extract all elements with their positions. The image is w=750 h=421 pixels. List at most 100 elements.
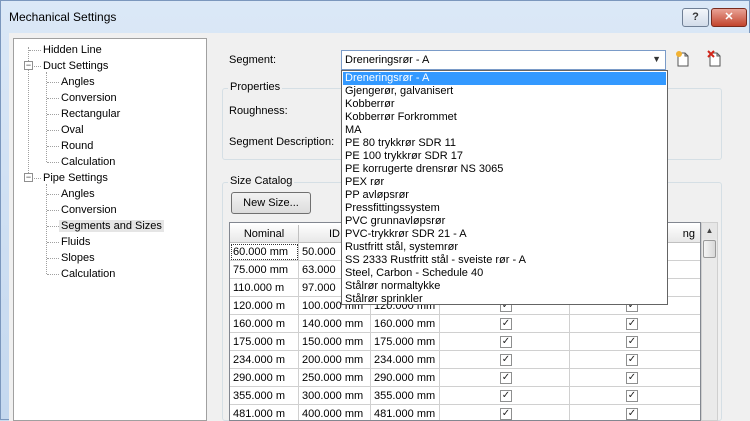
tree-connector: [29, 50, 41, 51]
table-cell-nominal[interactable]: 160.000 m: [230, 315, 299, 333]
checkbox[interactable]: ✓: [500, 390, 512, 402]
dropdown-option[interactable]: Rustfritt stål, systemrør: [343, 241, 666, 254]
properties-title: Properties: [228, 81, 283, 93]
table-cell-id[interactable]: 300.000 mm: [299, 387, 371, 405]
tree-item-label: Fluids: [61, 236, 91, 248]
new-segment-icon[interactable]: [674, 50, 692, 68]
tree-item-label: Rectangular: [61, 108, 121, 120]
collapse-icon[interactable]: −: [24, 173, 33, 182]
dropdown-option[interactable]: MA: [343, 124, 666, 137]
table-cell-nominal[interactable]: 110.000 m: [230, 279, 299, 297]
delete-segment-icon[interactable]: [706, 50, 724, 68]
dropdown-option[interactable]: PEX rør: [343, 176, 666, 189]
tree-item[interactable]: Angles: [59, 74, 97, 90]
dropdown-option[interactable]: Kobberrør Forkrommet: [343, 111, 666, 124]
tree-connector: [46, 72, 47, 162]
tree-connector: [47, 274, 59, 275]
checkbox[interactable]: ✓: [500, 354, 512, 366]
table-cell-nominal[interactable]: 175.000 m: [230, 333, 299, 351]
checkbox[interactable]: ✓: [626, 408, 638, 420]
tree-item[interactable]: Oval: [59, 122, 86, 138]
table-cell-id[interactable]: 140.000 mm: [299, 315, 371, 333]
table-cell-nominal[interactable]: 234.000 m: [230, 351, 299, 369]
tree-item[interactable]: Fluids: [59, 234, 92, 250]
tree-item-label: Calculation: [61, 268, 116, 280]
dropdown-option[interactable]: Stålrør normaltykke: [343, 280, 666, 293]
title-bar[interactable]: Mechanical Settings ? ✕: [1, 1, 749, 33]
segment-label: Segment:: [229, 54, 277, 66]
checkbox[interactable]: ✓: [626, 372, 638, 384]
segment-dropdown-list[interactable]: Dreneringsrør - A Gjengerør, galvanisert K…: [341, 70, 668, 305]
checkbox[interactable]: ✓: [500, 408, 512, 420]
scroll-up-icon[interactable]: ▲: [702, 223, 717, 239]
table-cell-id[interactable]: 150.000 mm: [299, 333, 371, 351]
tree-item[interactable]: Calculation: [59, 266, 117, 282]
tree-item[interactable]: Conversion: [59, 202, 119, 218]
new-size-button[interactable]: New Size...: [231, 192, 311, 214]
tree-item[interactable]: Round: [59, 138, 95, 154]
settings-tree[interactable]: Hidden Line − Duct Settings Angles Conversio…: [13, 38, 207, 421]
collapse-icon[interactable]: −: [24, 61, 33, 70]
close-button[interactable]: ✕: [711, 8, 747, 27]
table-cell-od[interactable]: 160.000 mm: [371, 315, 440, 333]
tree-item[interactable]: Slopes: [59, 250, 97, 266]
tree-item-label: Segments and Sizes: [59, 220, 164, 232]
segment-dropdown[interactable]: Dreneringsrør - A ▼: [341, 50, 666, 70]
table-cell-nominal[interactable]: 355.000 m: [230, 387, 299, 405]
table-cell-od[interactable]: 290.000 mm: [371, 369, 440, 387]
segment-description-label: Segment Description:: [229, 136, 335, 148]
scroll-thumb[interactable]: [703, 240, 716, 258]
tree-item[interactable]: Conversion: [59, 90, 119, 106]
table-cell-od[interactable]: 481.000 mm: [371, 405, 440, 420]
table-cell-nominal[interactable]: 60.000 mm: [230, 243, 299, 261]
checkbox[interactable]: ✓: [500, 318, 512, 330]
dropdown-option[interactable]: Stålrør sprinkler: [343, 293, 666, 306]
checkbox[interactable]: ✓: [626, 354, 638, 366]
tree-item-label: Slopes: [61, 252, 95, 264]
dropdown-option[interactable]: Pressfittingssystem: [343, 202, 666, 215]
tree-item-label: Conversion: [61, 204, 117, 216]
checkbox[interactable]: ✓: [500, 336, 512, 348]
table-cell-od[interactable]: 234.000 mm: [371, 351, 440, 369]
chevron-down-icon[interactable]: ▼: [652, 54, 661, 64]
table-cell-od[interactable]: 355.000 mm: [371, 387, 440, 405]
tree-item[interactable]: Rectangular: [59, 106, 122, 122]
tree-item[interactable]: Pipe Settings: [41, 170, 110, 186]
tree-item-label: Round: [61, 140, 94, 152]
table-cell-nominal[interactable]: 75.000 mm: [230, 261, 299, 279]
dropdown-option[interactable]: SS 2333 Rustfritt stål - sveiste rør - A: [343, 254, 666, 267]
dropdown-option[interactable]: PP avløpsrør: [343, 189, 666, 202]
size-catalog-title: Size Catalog: [228, 175, 295, 187]
tree-item[interactable]: Segments and Sizes: [59, 218, 164, 234]
table-cell-id[interactable]: 200.000 mm: [299, 351, 371, 369]
column-header[interactable]: Nominal: [230, 225, 299, 243]
table-cell-id[interactable]: 250.000 mm: [299, 369, 371, 387]
dropdown-option[interactable]: Kobberrør: [343, 98, 666, 111]
table-cell-nominal[interactable]: 120.000 m: [230, 297, 299, 315]
table-scrollbar[interactable]: ▲: [701, 222, 718, 421]
dropdown-option[interactable]: PE korrugerte drensrør NS 3065: [343, 163, 666, 176]
table-cell-od[interactable]: 175.000 mm: [371, 333, 440, 351]
dropdown-option[interactable]: PE 100 trykkrør SDR 17: [343, 150, 666, 163]
checkbox[interactable]: ✓: [500, 372, 512, 384]
dropdown-option[interactable]: Dreneringsrør - A: [343, 72, 666, 85]
tree-connector: [47, 226, 59, 227]
checkbox[interactable]: ✓: [626, 390, 638, 402]
table-cell-nominal[interactable]: 290.000 m: [230, 369, 299, 387]
tree-item[interactable]: Calculation: [59, 154, 117, 170]
tree-item[interactable]: Angles: [59, 186, 97, 202]
dropdown-option[interactable]: PVC grunnavløpsrør: [343, 215, 666, 228]
table-cell-id[interactable]: 400.000 mm: [299, 405, 371, 420]
tree-connector: [47, 162, 59, 163]
dropdown-option[interactable]: Steel, Carbon - Schedule 40: [343, 267, 666, 280]
checkbox[interactable]: ✓: [626, 318, 638, 330]
dropdown-option[interactable]: PE 80 trykkrør SDR 11: [343, 137, 666, 150]
dropdown-option[interactable]: PVC-trykkrør SDR 21 - A: [343, 228, 666, 241]
dropdown-option[interactable]: Gjengerør, galvanisert: [343, 85, 666, 98]
checkbox[interactable]: ✓: [626, 336, 638, 348]
table-cell-nominal[interactable]: 481.000 m: [230, 405, 299, 420]
tree-item[interactable]: Duct Settings: [41, 58, 110, 74]
tree-item[interactable]: Hidden Line: [41, 42, 104, 58]
help-button[interactable]: ?: [682, 8, 709, 27]
tree-item-label: Angles: [61, 188, 95, 200]
